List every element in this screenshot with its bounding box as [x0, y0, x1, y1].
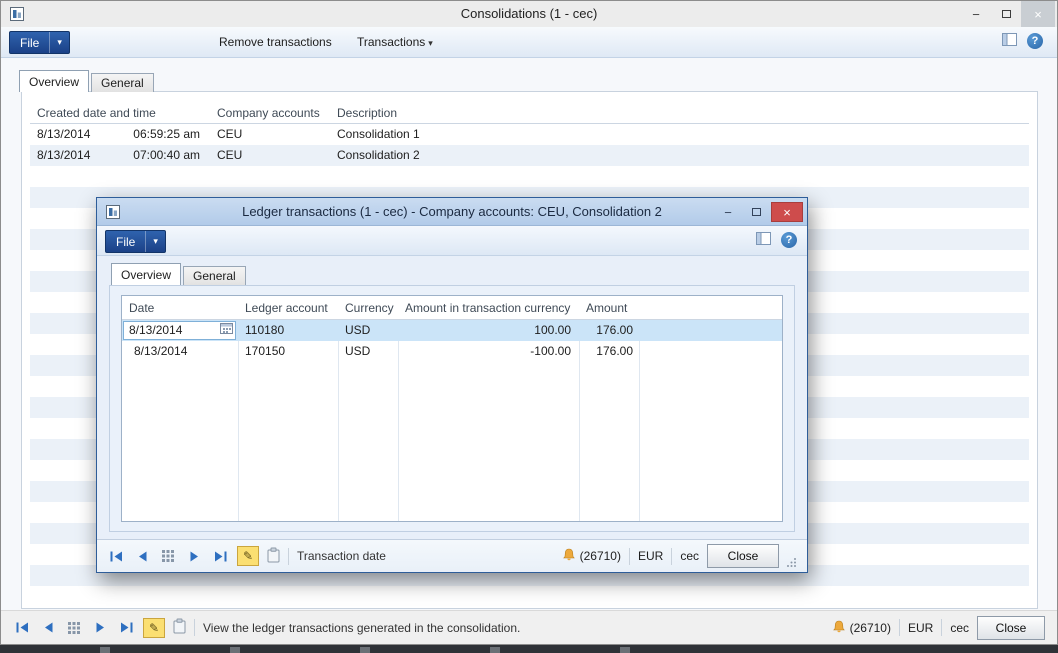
layout-panes-icon[interactable] — [756, 232, 771, 248]
dropdown-caret-icon: ▾ — [146, 236, 165, 247]
taskbar-app-icon[interactable] — [620, 647, 630, 653]
column-header-created[interactable]: Created date and time — [30, 102, 210, 124]
next-record-icon[interactable] — [185, 547, 203, 565]
tab-overview[interactable]: Overview — [111, 263, 181, 285]
menu-item-transactions[interactable]: Transactions▾ — [349, 31, 441, 54]
minimize-icon[interactable]: − — [961, 1, 991, 27]
tab-overview[interactable]: Overview — [19, 70, 89, 92]
window-title: Consolidations (1 - cec) — [1, 6, 1057, 21]
window-title: Ledger transactions (1 - cec) - Company … — [97, 204, 807, 219]
notification-badge[interactable]: (26710) — [832, 620, 891, 636]
column-header-ledger-account[interactable]: Ledger account — [238, 296, 338, 320]
grid-view-icon[interactable] — [65, 619, 83, 637]
table-row[interactable]: 8/13/2014 07:00:40 am CEU Consolidation … — [30, 145, 1029, 166]
file-menu-button[interactable]: File ▾ — [9, 31, 70, 54]
menu-item-remove-transactions[interactable]: Remove transactions — [211, 31, 340, 54]
column-header-amount-tc[interactable]: Amount in transaction currency — [398, 296, 579, 320]
column-header-amount[interactable]: Amount — [579, 296, 639, 320]
main-titlebar[interactable]: Consolidations (1 - cec) − × — [1, 1, 1057, 27]
next-record-icon[interactable] — [91, 619, 109, 637]
main-statusbar: ✎ View the ledger transactions generated… — [1, 610, 1057, 644]
ledger-grid: Date Ledger account Currency Amount in t… — [121, 295, 783, 522]
help-icon[interactable]: ? — [1027, 33, 1043, 49]
screen: Consolidations (1 - cec) − × File ▾ Remo… — [0, 0, 1058, 653]
notification-badge[interactable]: (26710) — [562, 548, 621, 564]
maximize-icon[interactable] — [743, 202, 769, 222]
bell-icon — [562, 548, 576, 564]
table-row[interactable]: 8/13/2014 06:59:25 am CEU Consolidation … — [30, 124, 1029, 145]
column-header-currency[interactable]: Currency — [338, 296, 398, 320]
date-cell[interactable]: 8/13/2014 — [123, 321, 236, 340]
main-tabstrip: Overview General — [19, 70, 156, 92]
last-record-icon[interactable] — [117, 619, 135, 637]
child-statusbar: ✎ Transaction date (26710) EUR cec Close — [97, 539, 807, 572]
edit-pencil-icon[interactable]: ✎ — [143, 618, 165, 638]
column-header-date[interactable]: Date — [122, 296, 238, 320]
column-header-company[interactable]: Company accounts — [210, 102, 330, 124]
table-row-selected[interactable]: 8/13/2014 110180 USD 100.00 176.00 — [122, 320, 782, 341]
resize-grip[interactable] — [787, 556, 797, 570]
status-company[interactable]: cec — [680, 549, 699, 563]
tab-general[interactable]: General — [91, 73, 154, 92]
grid-rows: 8/13/2014 110180 USD 100.00 176.00 8/13/… — [122, 320, 782, 521]
child-menubar: File ▾ ? — [97, 226, 807, 256]
status-field-label: Transaction date — [297, 549, 386, 563]
clipboard-icon[interactable] — [267, 547, 280, 566]
main-menubar: File ▾ Remove transactions Transactions▾… — [1, 27, 1057, 58]
taskbar-app-icon[interactable] — [490, 647, 500, 653]
dropdown-caret-icon: ▾ — [50, 37, 69, 48]
maximize-icon[interactable] — [991, 1, 1021, 27]
child-content-panel: Date Ledger account Currency Amount in t… — [109, 285, 795, 532]
status-help-text: View the ledger transactions generated i… — [203, 621, 520, 635]
file-menu-label: File — [10, 36, 49, 50]
help-icon[interactable]: ? — [781, 232, 797, 248]
column-header-description[interactable]: Description — [330, 102, 573, 124]
grid-header-row: Date Ledger account Currency Amount in t… — [122, 296, 782, 320]
previous-record-icon[interactable] — [133, 547, 151, 565]
table-row[interactable]: 8/13/2014 170150 USD -100.00 176.00 — [122, 341, 782, 362]
minimize-icon[interactable]: − — [715, 202, 741, 222]
status-company[interactable]: cec — [950, 621, 969, 635]
close-button[interactable]: Close — [707, 544, 779, 568]
clipboard-icon[interactable] — [173, 618, 186, 637]
edit-pencil-icon[interactable]: ✎ — [237, 546, 259, 566]
last-record-icon[interactable] — [211, 547, 229, 565]
bell-icon — [832, 620, 846, 636]
file-menu-button[interactable]: File ▾ — [105, 230, 166, 253]
tab-general[interactable]: General — [183, 266, 246, 285]
first-record-icon[interactable] — [107, 547, 125, 565]
child-tabstrip: Overview General — [111, 264, 248, 285]
close-icon[interactable]: × — [1021, 1, 1055, 27]
close-button[interactable]: Close — [977, 616, 1045, 640]
first-record-icon[interactable] — [13, 619, 31, 637]
close-icon[interactable]: × — [771, 202, 803, 222]
taskbar-sliver — [0, 645, 1058, 653]
taskbar-app-icon[interactable] — [230, 647, 240, 653]
layout-panes-icon[interactable] — [1002, 33, 1017, 49]
calendar-icon[interactable] — [220, 322, 233, 339]
child-titlebar[interactable]: Ledger transactions (1 - cec) - Company … — [97, 198, 807, 226]
status-currency[interactable]: EUR — [638, 549, 663, 563]
file-menu-label: File — [106, 235, 145, 249]
status-currency[interactable]: EUR — [908, 621, 933, 635]
grid-view-icon[interactable] — [159, 547, 177, 565]
dropdown-caret-icon: ▾ — [428, 38, 433, 48]
previous-record-icon[interactable] — [39, 619, 57, 637]
ledger-transactions-window: Ledger transactions (1 - cec) - Company … — [96, 197, 808, 573]
taskbar-app-icon[interactable] — [100, 647, 110, 653]
taskbar-app-icon[interactable] — [360, 647, 370, 653]
grid-header-row: Created date and time Company accounts D… — [30, 102, 1029, 124]
